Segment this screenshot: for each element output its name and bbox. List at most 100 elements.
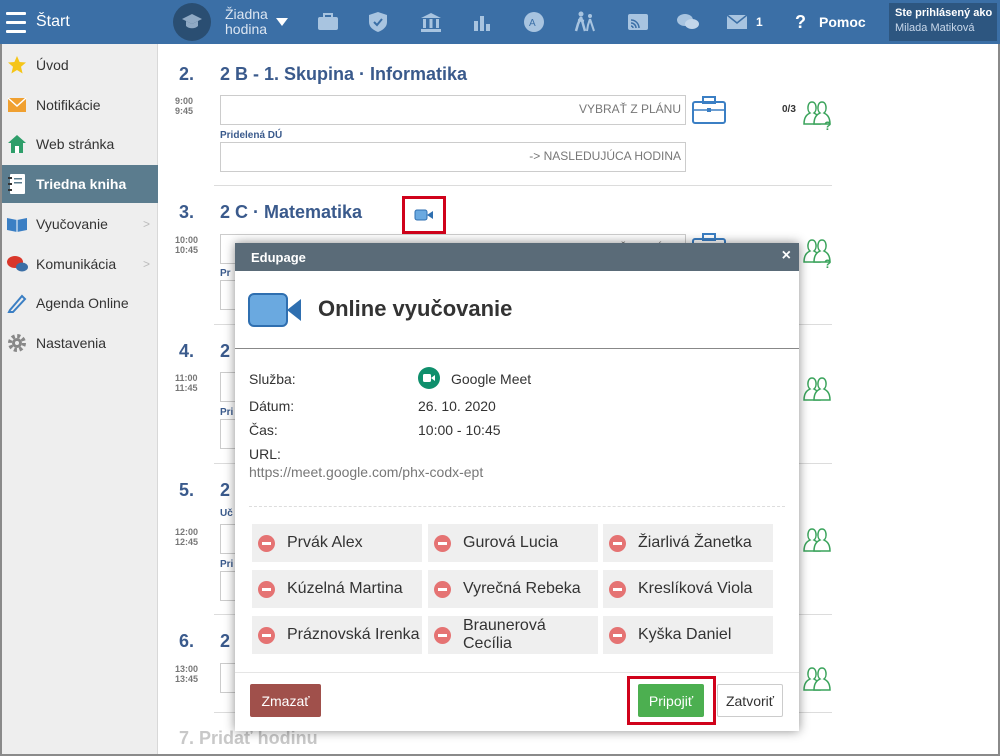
bar-chart-icon[interactable] [467, 0, 497, 44]
student-name: Kreslíková Viola [638, 580, 753, 597]
students-icon[interactable] [800, 372, 834, 402]
lesson-title[interactable]: 2 B - 1. Skupina · Informatika [220, 64, 467, 85]
lesson-title[interactable]: 2 [220, 341, 230, 362]
lesson-end: 10:45 [175, 245, 199, 255]
sidebar-item-triedna-kniha[interactable]: Triedna kniha [2, 165, 158, 203]
chevron-right-icon: > [142, 217, 150, 231]
student-chip[interactable]: Kyška Daniel [603, 616, 773, 654]
chat-bubbles-icon[interactable] [673, 0, 703, 44]
sidebar-item-label: Triedna kniha [36, 176, 127, 192]
join-button[interactable]: Pripojiť [638, 684, 704, 717]
sidebar-item-label: Nastavenia [36, 335, 107, 351]
walking-people-icon[interactable] [570, 0, 600, 44]
briefcase-icon[interactable] [692, 96, 726, 124]
students-icon[interactable] [800, 662, 834, 692]
lesson-title[interactable]: 2 [220, 480, 230, 501]
date-label: Dátum: [249, 398, 295, 414]
student-chip[interactable]: Vyrečná Rebeka [428, 570, 598, 608]
students-icon[interactable]: ? [800, 234, 834, 271]
date-value: 26. 10. 2020 [418, 398, 496, 414]
cast-icon[interactable] [623, 0, 653, 44]
video-camera-icon [414, 209, 433, 221]
building-icon[interactable] [416, 0, 446, 44]
lesson-start: 13:00 [175, 664, 199, 674]
student-name: Žiarlivá Žanetka [638, 534, 752, 551]
svg-text:A: A [529, 18, 536, 29]
student-chip[interactable]: Kúzelná Martina [252, 570, 422, 608]
sidebar-item-nastavenia[interactable]: Nastavenia [2, 324, 158, 362]
meeting-url[interactable]: https://meet.google.com/phx-codx-ept [249, 464, 483, 480]
remove-icon[interactable] [609, 580, 626, 598]
lesson-title[interactable]: 2 C · Matematika [220, 202, 362, 223]
start-label[interactable]: Štart [36, 0, 70, 44]
lesson-number: 4. [179, 341, 195, 361]
student-chip[interactable]: Gurová Lucia [428, 524, 598, 562]
divider [235, 672, 799, 673]
url-label: URL: [249, 446, 281, 462]
sidebar-item-web-stranka[interactable]: Web stránka [2, 125, 158, 163]
close-icon[interactable]: × [782, 247, 791, 265]
briefcase-icon[interactable] [313, 0, 343, 44]
student-chip[interactable]: Práznovská Irenka [252, 616, 422, 654]
next-lesson-field[interactable]: -> NASLEDUJÚCA HODINA [220, 142, 686, 172]
help-link[interactable]: Pomoc [819, 0, 866, 44]
sidebar-item-komunikacia[interactable]: Komunikácia > [2, 245, 158, 283]
envelope-icon[interactable] [722, 0, 752, 44]
lesson-start: 9:00 [175, 96, 194, 106]
remove-icon[interactable] [609, 626, 626, 644]
grade-icon[interactable]: A [519, 0, 549, 44]
lesson-title[interactable]: 2 [220, 631, 230, 652]
lesson-select[interactable]: Žiadna hodina [225, 0, 275, 44]
sidebar-item-uvod[interactable]: Úvod [2, 46, 158, 84]
remove-icon[interactable] [434, 534, 451, 552]
students-icon[interactable]: ? [800, 96, 834, 133]
lesson-end: 9:45 [175, 106, 194, 116]
pen-icon [6, 292, 28, 314]
sidebar-item-agenda-online[interactable]: Agenda Online [2, 284, 158, 322]
graduation-cap-icon[interactable] [173, 3, 211, 41]
remove-icon[interactable] [434, 580, 451, 598]
lesson-time: 11:00 11:45 [175, 373, 198, 393]
assigned-homework-label: Pr [220, 268, 231, 279]
sidebar-item-notifikacie[interactable]: Notifikácie [2, 86, 158, 124]
close-button[interactable]: Zatvoriť [717, 684, 783, 717]
service-value: Google Meet [451, 371, 532, 387]
student-name: Braunerová Cecília [463, 617, 546, 652]
notebook-icon [6, 173, 28, 195]
house-icon [6, 133, 28, 155]
assigned-homework-label: Pri [220, 559, 234, 570]
svg-text:?: ? [824, 257, 831, 268]
student-chip[interactable]: Prvák Alex [252, 524, 422, 562]
remove-icon[interactable] [609, 534, 626, 552]
assigned-homework-label: Pri [220, 407, 234, 418]
shield-icon[interactable] [363, 0, 393, 44]
lesson-start: 12:00 [175, 527, 199, 537]
sidebar-item-label: Web stránka [36, 136, 115, 152]
gear-icon [6, 332, 28, 354]
lesson-time: 13:00 13:45 [175, 664, 198, 684]
user-info[interactable]: Ste prihlásený ako Milada Matiková [889, 3, 997, 41]
chevron-down-icon[interactable] [276, 0, 288, 44]
delete-button[interactable]: Zmazať [250, 684, 321, 717]
plan-field[interactable]: VYBRAŤ Z PLÁNU [220, 95, 686, 125]
student-chip[interactable]: Kreslíková Viola [603, 570, 773, 608]
book-icon [6, 213, 28, 235]
online-lesson-button[interactable] [402, 196, 446, 234]
lesson-time: 12:00 12:45 [175, 527, 198, 547]
student-chip[interactable]: Žiarlivá Žanetka [603, 524, 773, 562]
student-name: Gurová Lucia [463, 534, 559, 551]
remove-icon[interactable] [258, 626, 275, 644]
remove-icon[interactable] [258, 580, 275, 598]
dialog-header: Edupage × [235, 243, 799, 271]
sidebar-item-vyucovanie[interactable]: Vyučovanie > [2, 205, 158, 243]
students-icon[interactable] [800, 523, 834, 553]
remove-icon[interactable] [258, 534, 275, 552]
lesson-number: 2. [179, 64, 195, 84]
help-icon[interactable]: ? [795, 0, 806, 44]
student-chip[interactable]: Braunerová Cecília [428, 616, 598, 654]
lesson-end: 13:45 [175, 674, 199, 684]
menu-icon[interactable] [6, 0, 26, 44]
remove-icon[interactable] [434, 626, 451, 644]
divider [249, 506, 785, 507]
add-lesson-link[interactable]: 7. Pridať hodinu [179, 728, 318, 749]
